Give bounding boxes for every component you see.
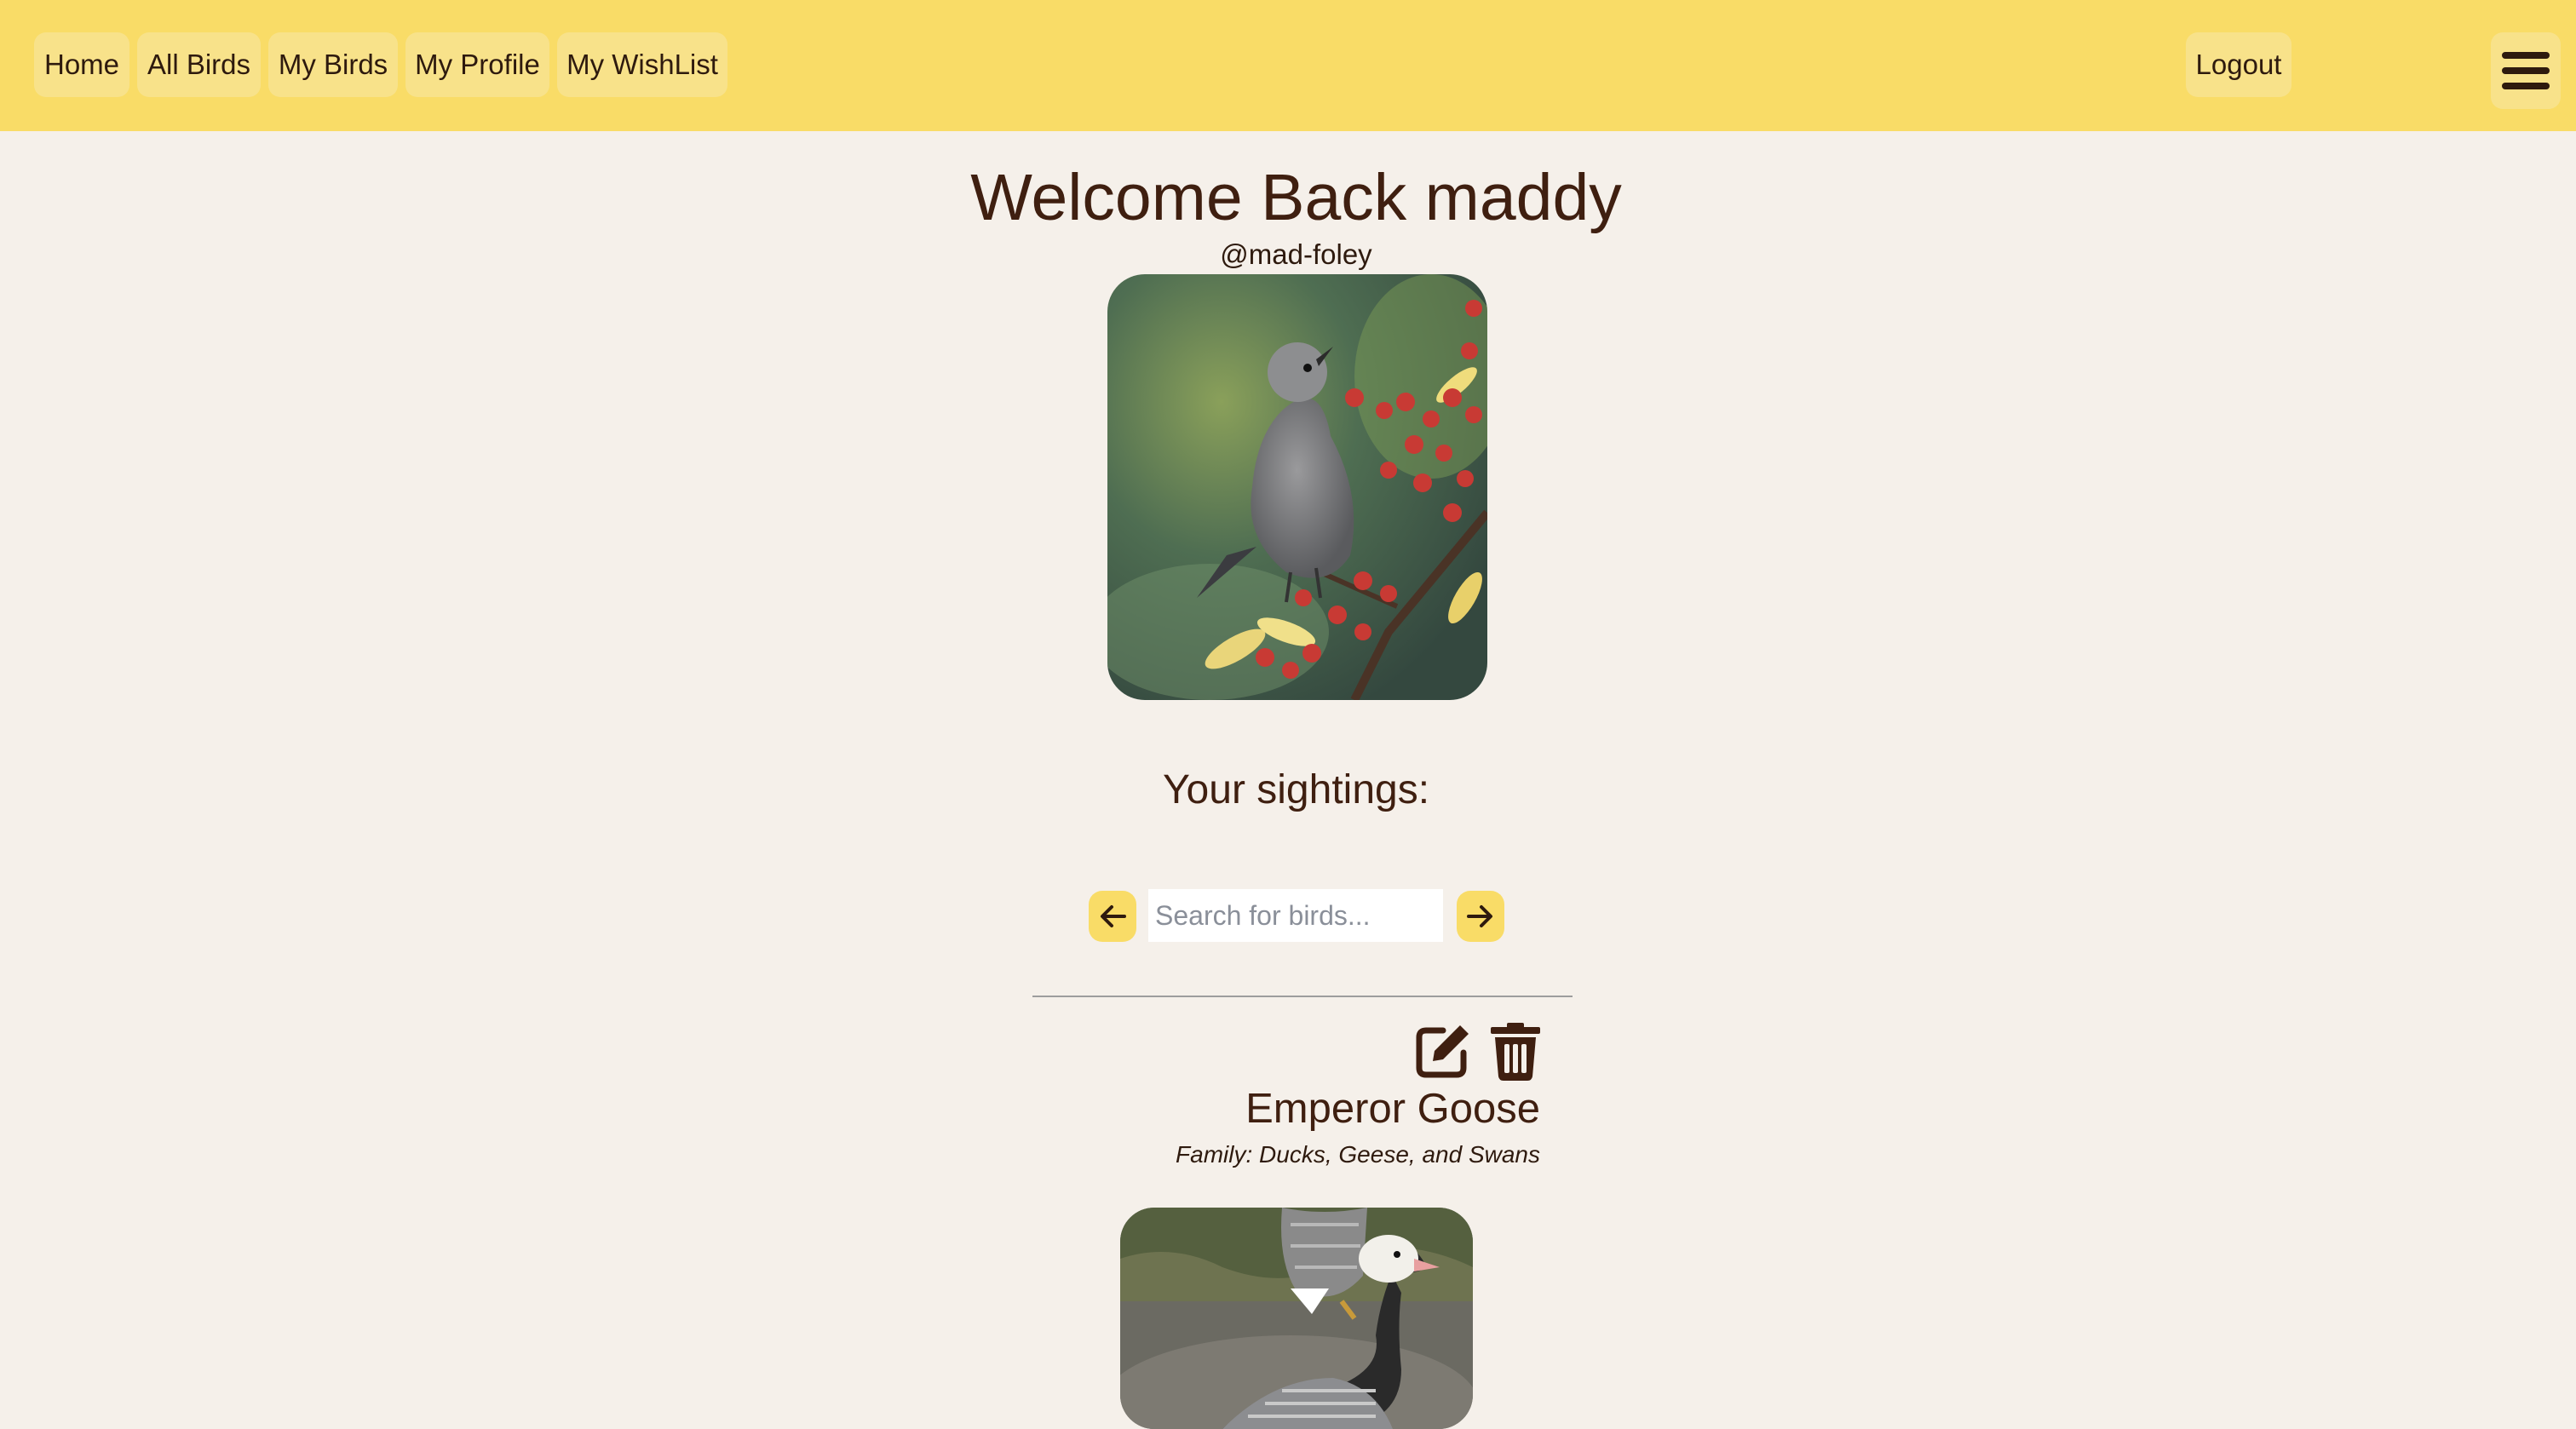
edit-sighting-button[interactable] xyxy=(1414,1022,1472,1084)
profile-photo xyxy=(1107,274,1487,700)
nav-home-button[interactable]: Home xyxy=(34,32,129,97)
top-navbar: Home All Birds My Birds My Profile My Wi… xyxy=(0,0,2576,131)
nav-my-wishlist-button[interactable]: My WishList xyxy=(557,32,727,97)
bird-photo xyxy=(1120,1208,1473,1429)
prev-button[interactable] xyxy=(1089,891,1136,942)
delete-sighting-button[interactable] xyxy=(1489,1022,1542,1086)
user-handle: @mad-foley xyxy=(1220,238,1372,270)
bird-search-input[interactable] xyxy=(1148,889,1443,942)
edit-icon xyxy=(1416,1025,1469,1078)
arrow-right-icon xyxy=(1467,905,1492,927)
sightings-heading: Your sightings: xyxy=(1162,767,1430,812)
logout-button[interactable]: Logout xyxy=(2186,32,2291,97)
trash-icon xyxy=(1491,1023,1540,1081)
section-divider xyxy=(1032,996,1573,997)
nav-all-birds-button[interactable]: All Birds xyxy=(137,32,261,97)
welcome-heading: Welcome Back maddy xyxy=(970,161,1622,234)
next-button[interactable] xyxy=(1457,891,1504,942)
nav-my-profile-button[interactable]: My Profile xyxy=(405,32,549,97)
hamburger-menu-icon[interactable] xyxy=(2491,32,2561,109)
bird-family: Family: Ducks, Geese, and Swans xyxy=(1176,1141,1540,1168)
nav-my-birds-button[interactable]: My Birds xyxy=(268,32,398,97)
arrow-left-icon xyxy=(1101,905,1126,927)
bird-name: Emperor Goose xyxy=(1245,1086,1540,1132)
